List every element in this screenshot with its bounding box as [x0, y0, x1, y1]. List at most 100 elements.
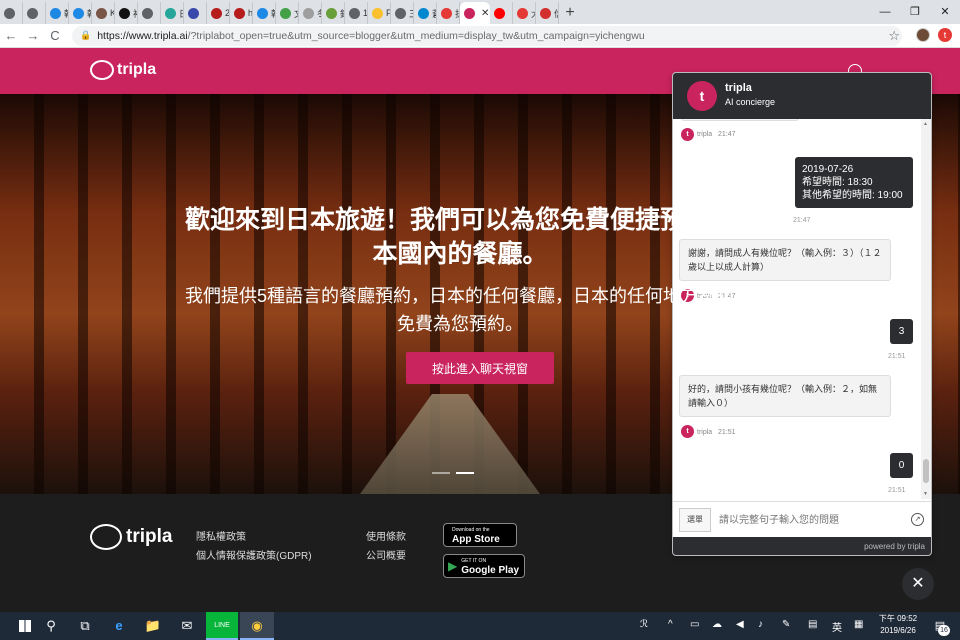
people-icon[interactable]: ℛ [640, 619, 648, 630]
chrome-icon[interactable]: ◉ [240, 612, 274, 640]
app-store-badge[interactable]: Download on the App Store [443, 523, 517, 547]
close-chat-button[interactable]: ✕ [902, 568, 934, 600]
logo-text: tripla [117, 61, 157, 78]
browser-tab[interactable]: 韓 [253, 2, 276, 24]
browser-tab[interactable]: 鈴 [322, 2, 345, 24]
tab-favicon-icon [50, 7, 61, 19]
bot-name: tripla [725, 82, 752, 94]
browser-tab[interactable] [184, 2, 207, 24]
reload-button[interactable]: C [44, 28, 66, 43]
app-store-label: App Store [452, 534, 500, 545]
browser-tab[interactable]: 三 [391, 2, 414, 24]
sound-icon[interactable]: ♪ [758, 619, 763, 630]
keyboard-icon[interactable]: ▤ [808, 619, 817, 630]
tripla-favicon-icon [464, 7, 475, 19]
battery-icon[interactable]: ▭ [690, 619, 699, 630]
mail-icon[interactable]: ✉ [170, 612, 204, 640]
tab-favicon-icon [418, 7, 429, 19]
chat-scrollbar[interactable]: ▲ ▼ [921, 119, 931, 499]
open-chat-button[interactable]: 按此進入聊天視窗 [406, 352, 554, 384]
speech-bubble-icon [90, 60, 114, 80]
browser-tab[interactable]: h [230, 2, 253, 24]
forward-button[interactable]: → [22, 28, 44, 43]
new-tab-button[interactable]: + [559, 2, 581, 24]
google-play-label: Google Play [461, 565, 520, 576]
browser-tab[interactable]: 裕 [115, 2, 138, 24]
browser-tab[interactable]: 冬 [299, 2, 322, 24]
chat-menu-button[interactable]: 選單 [679, 508, 711, 532]
browser-tab[interactable]: 【 [23, 2, 46, 24]
back-button[interactable]: ← [0, 28, 22, 43]
carousel-dots [432, 472, 474, 474]
address-bar[interactable]: 🔒 https://www.tripla.ai/?triplabot_open=… [72, 25, 902, 46]
tab-favicon-icon [349, 7, 360, 19]
gdpr-link[interactable]: 個人情報保護政策(GDPR) [196, 547, 312, 562]
company-link[interactable]: 公司概要 [366, 547, 406, 562]
browser-tab[interactable] [0, 2, 23, 24]
browser-tab[interactable]: 蒼 [414, 2, 437, 24]
ime-mode-icon[interactable]: ▦ [854, 619, 863, 630]
browser-tab[interactable]: 1( [345, 2, 368, 24]
speaker-icon[interactable]: ◀ [736, 619, 744, 630]
message-time: 21:47 [793, 217, 811, 224]
clock-date: 2019/6/26 [880, 626, 916, 635]
carousel-dot[interactable] [432, 472, 450, 474]
bookmark-star-icon[interactable]: ☆ [888, 28, 900, 44]
cloud-icon[interactable]: ☁ [712, 619, 722, 630]
play-icon: ▶ [448, 559, 458, 573]
browser-tab[interactable] [490, 2, 513, 24]
tab-favicon-icon [73, 7, 84, 19]
tab-list: 【韓韓K裕【日2(h韓文冬鈴1(P(三蒼折 [0, 2, 460, 24]
browser-tab[interactable]: 信 [536, 2, 559, 24]
site-logo[interactable]: tripla [90, 60, 156, 80]
tab-favicon-icon [441, 7, 452, 19]
tab-active-tripla[interactable]: ✕ [460, 2, 490, 24]
close-window-button[interactable]: ✕ [930, 0, 960, 24]
browser-tab[interactable]: 日 [161, 2, 184, 24]
browser-tab[interactable]: 韓 [46, 2, 69, 24]
tab-favicon-icon [517, 7, 528, 19]
clock-time: 下午 09:52 [878, 614, 918, 623]
chat-bubble-bot: 好的，請問小孩有幾位呢？（輸入例：２，如無請輸入０） [679, 375, 891, 417]
chat-message-input[interactable] [719, 510, 899, 530]
tab-favicon-icon [303, 7, 314, 19]
extension-icon[interactable]: t [938, 28, 952, 42]
pen-icon[interactable]: ✎ [782, 619, 790, 630]
browser-tab[interactable]: 【 [138, 2, 161, 24]
show-hidden-icon[interactable]: ^ [668, 619, 673, 630]
ime-language-indicator[interactable]: 英 [832, 619, 842, 634]
browser-tab[interactable]: 大 [513, 2, 536, 24]
browser-tab[interactable]: 2( [207, 2, 230, 24]
tab-favicon-icon [257, 7, 268, 19]
profile-avatar[interactable] [916, 28, 930, 42]
bot-mini-avatar: t [681, 425, 694, 438]
maximize-button[interactable]: ❐ [900, 0, 930, 24]
browser-tab[interactable]: 文 [276, 2, 299, 24]
terms-link[interactable]: 使用條款 [366, 528, 406, 543]
taskbar-clock[interactable]: 下午 09:52 2019/6/26 [876, 613, 920, 637]
browser-tab[interactable]: 折 [437, 2, 460, 24]
send-icon[interactable]: ↗ [911, 513, 924, 526]
edge-icon[interactable]: e [102, 612, 136, 640]
browser-tab[interactable]: P( [368, 2, 391, 24]
task-view-icon[interactable]: ⧉ [68, 612, 102, 640]
scroll-up-icon[interactable]: ▲ [923, 121, 928, 127]
notification-count-badge: 16 [938, 625, 950, 636]
notification-center-icon[interactable]: ▤16 [930, 616, 950, 636]
file-explorer-icon[interactable]: 📁 [136, 612, 170, 640]
google-play-badge[interactable]: ▶ GET IT ON Google Play [443, 554, 525, 578]
browser-tab[interactable]: 韓 [69, 2, 92, 24]
tab-favicon-icon [165, 7, 176, 19]
footer-logo-text: tripla [126, 526, 173, 547]
minimize-button[interactable]: — [870, 0, 900, 24]
search-icon[interactable]: ⚲ [34, 612, 68, 640]
line-app-icon[interactable]: LINE [206, 612, 238, 640]
scrollbar-thumb[interactable] [923, 459, 929, 483]
close-tab-icon[interactable]: ✕ [481, 8, 489, 19]
privacy-policy-link[interactable]: 隱私權政策 [196, 528, 246, 543]
bot-mini-avatar: t [681, 128, 694, 141]
bot-sender: tripla 21:51 [697, 429, 736, 436]
carousel-dot-active[interactable] [456, 472, 474, 474]
browser-tab[interactable]: K [92, 2, 115, 24]
scroll-down-icon[interactable]: ▼ [923, 491, 928, 497]
